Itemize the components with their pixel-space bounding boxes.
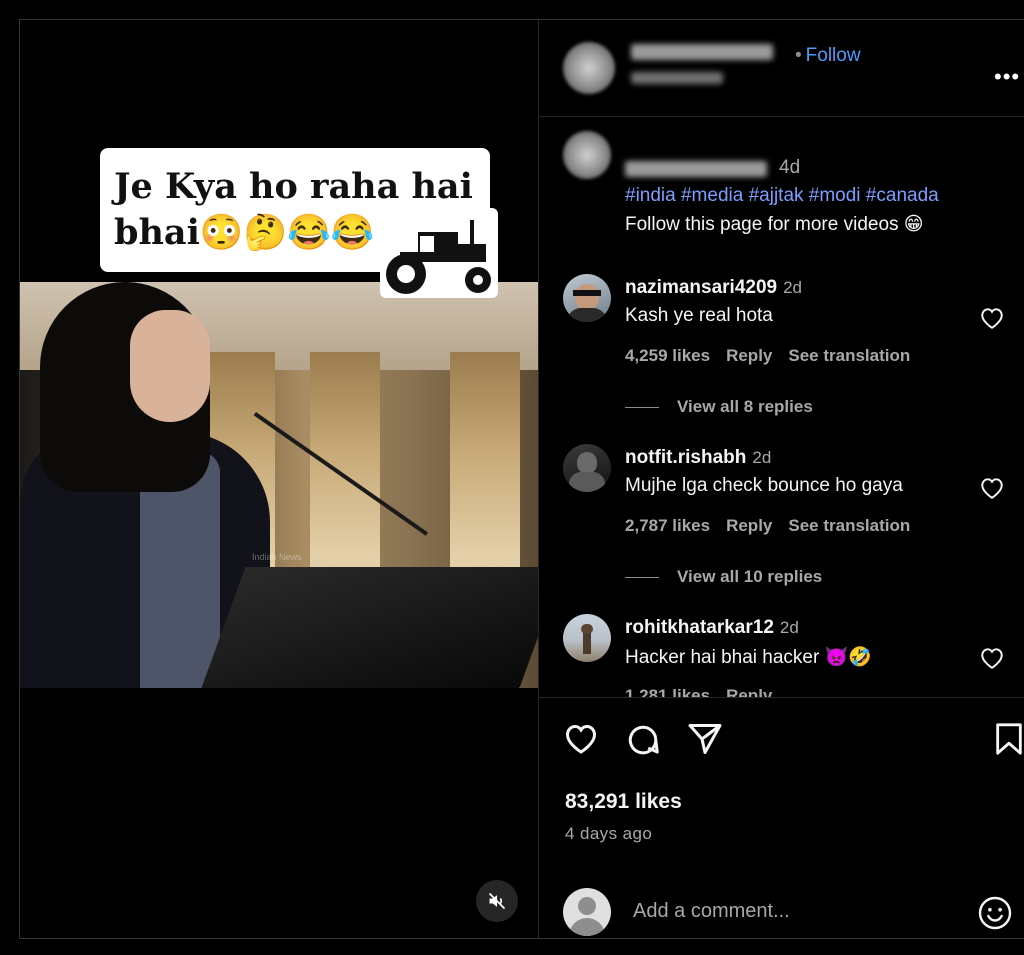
heart-icon[interactable]: [563, 722, 599, 755]
view-replies-button[interactable]: View all 10 replies: [625, 567, 822, 587]
comment-header: rohitkhatarkar12 2d: [625, 617, 799, 639]
view-replies-label: View all 10 replies: [677, 567, 823, 586]
reply-button[interactable]: Reply: [726, 516, 772, 535]
comment-likes[interactable]: 4,259 likes: [625, 346, 710, 365]
comment-text: Mujhe lga check bounce ho gaya: [625, 475, 903, 496]
comment-composer: [539, 874, 1024, 939]
heart-icon[interactable]: [979, 306, 1005, 330]
comments-list[interactable]: 4d #india #media #ajjtak #modi #canada F…: [539, 117, 1024, 697]
caption-hashtags[interactable]: #india #media #ajjtak #modi #canada: [625, 185, 939, 207]
comment-header: notfit.rishabh 2d: [625, 447, 771, 469]
see-translation-button[interactable]: See translation: [788, 516, 910, 535]
caption-author-avatar[interactable]: [563, 131, 611, 179]
commenter-avatar[interactable]: [563, 614, 611, 662]
heart-icon[interactable]: [979, 476, 1005, 500]
speaker-muted-icon: [488, 892, 506, 910]
caption-text: Follow this page for more videos 😁: [625, 214, 924, 235]
comment-likes[interactable]: 1,281 likes: [625, 686, 710, 697]
mute-button[interactable]: [476, 880, 518, 922]
comment-likes[interactable]: 2,787 likes: [625, 516, 710, 535]
bookmark-icon[interactable]: [994, 722, 1024, 756]
post-header: • Follow •••: [539, 20, 1024, 117]
video-frame: Indian News: [20, 282, 538, 688]
post-actions: 83,291 likes 4 days ago: [539, 697, 1024, 939]
comment-actions: 1,281 likes Reply: [625, 686, 788, 697]
comment-header: nazimansari4209 2d: [625, 277, 802, 299]
caption-time: 4d: [779, 157, 801, 178]
comment-text: Kash ye real hota: [625, 305, 773, 326]
reply-button[interactable]: Reply: [726, 686, 772, 697]
more-horizontal-icon[interactable]: •••: [994, 64, 1020, 90]
tractor-icon: [380, 208, 498, 298]
likes-count[interactable]: 83,291 likes: [565, 790, 682, 814]
video-player[interactable]: Indian News Je Kya ho raha hai bhai😳🤔😂😂: [20, 20, 538, 938]
comment-time: 2d: [779, 618, 799, 637]
follow-label: Follow: [805, 45, 861, 66]
audio-label-redacted: [631, 72, 723, 84]
avatar: [563, 888, 611, 936]
see-translation-button[interactable]: See translation: [788, 346, 910, 365]
view-replies-label: View all 8 replies: [677, 397, 813, 416]
commenter-avatar[interactable]: [563, 274, 611, 322]
video-watermark: Indian News: [252, 552, 302, 562]
smiley-icon[interactable]: [977, 895, 1013, 931]
comment-input[interactable]: [631, 890, 965, 932]
comment-time: 2d: [752, 448, 772, 467]
video-caption-line-1: Je Kya ho raha hai: [114, 166, 473, 207]
caption-author-redacted[interactable]: [625, 161, 767, 177]
comment-text: Hacker hai bhai hacker 👿🤣: [625, 647, 872, 668]
comment-time: 2d: [783, 278, 803, 297]
comment-username[interactable]: notfit.rishabh: [625, 447, 746, 468]
comment-username[interactable]: rohitkhatarkar12: [625, 617, 774, 638]
post-dialog: Indian News Je Kya ho raha hai bhai😳🤔😂😂: [19, 19, 1024, 939]
view-replies-button[interactable]: View all 8 replies: [625, 397, 813, 417]
post-timestamp: 4 days ago: [565, 824, 653, 843]
commenter-avatar[interactable]: [563, 444, 611, 492]
follow-separator: •: [795, 45, 802, 66]
send-icon[interactable]: [687, 722, 723, 756]
reply-button[interactable]: Reply: [726, 346, 772, 365]
author-avatar[interactable]: [563, 42, 615, 94]
comment-icon[interactable]: [625, 722, 661, 758]
podium: [194, 567, 538, 688]
comment-username[interactable]: nazimansari4209: [625, 277, 777, 298]
follow-button[interactable]: • Follow: [795, 45, 861, 67]
comment-actions: 4,259 likes Reply See translation: [625, 346, 926, 366]
comment-actions: 2,787 likes Reply See translation: [625, 516, 926, 536]
heart-icon[interactable]: [979, 646, 1005, 670]
author-username-redacted[interactable]: [631, 44, 773, 60]
post-side-panel: • Follow ••• 4d #india #media #ajjtak #mo…: [538, 20, 1024, 938]
